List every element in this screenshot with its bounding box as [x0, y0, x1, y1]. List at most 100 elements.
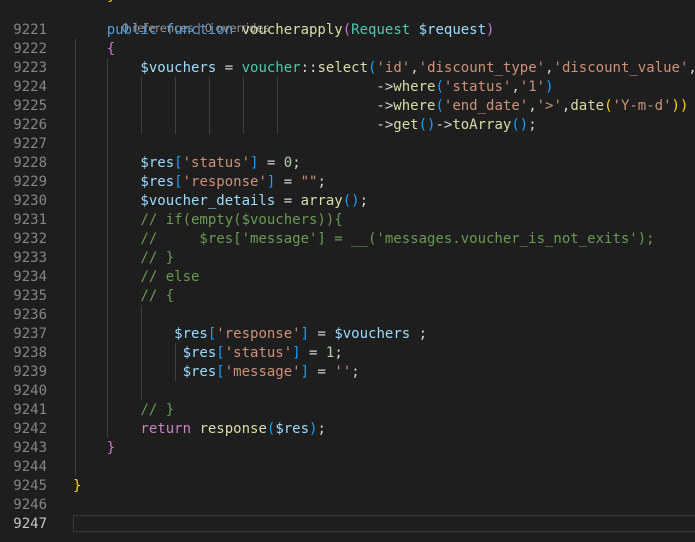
code-line[interactable]: 9234 // else	[0, 268, 695, 287]
code-line[interactable]: 9244	[0, 458, 695, 477]
code-token: // else	[73, 269, 200, 285]
code-token: $res	[73, 174, 175, 190]
line-code: // {	[73, 287, 174, 306]
code-token: 'status'	[224, 345, 293, 361]
code-line[interactable]: 9239 $res['message'] = '';	[0, 363, 695, 382]
code-token: ()	[342, 193, 360, 209]
line-code: // $res['message'] = __('messages.vouche…	[73, 230, 655, 249]
line-number: 9225	[13, 98, 47, 114]
code-token: 'message'	[224, 364, 301, 380]
code-line[interactable]: 9221 public function voucherapply(Reques…	[0, 21, 695, 40]
code-token: =	[275, 174, 301, 190]
code-token: (	[435, 98, 444, 114]
line-number: 9243	[13, 440, 47, 456]
line-number: 9239	[13, 364, 47, 380]
codelens: 0 references | 0 overrides	[107, 4, 270, 35]
code-token: [	[174, 155, 183, 171]
code-token: =	[309, 326, 335, 342]
code-token: ;	[292, 155, 301, 171]
code-token: 'end_date'	[443, 98, 529, 114]
line-code: {	[73, 40, 115, 59]
code-line[interactable]: 9238 $res['status'] = 1;	[0, 344, 695, 363]
code-token: 0	[283, 155, 293, 171]
code-line[interactable]: 9237 $res['response'] = $vouchers ;	[0, 325, 695, 344]
code-line[interactable]: 9243 }	[0, 439, 695, 458]
code-token: // }	[73, 402, 175, 418]
line-code: ->where('end_date','>',date('Y-m-d'))	[73, 97, 688, 116]
line-code: // }	[73, 401, 174, 420]
line-number: 9232	[13, 231, 47, 247]
code-editor[interactable]: } 0 references | 0 overrides 9221 public…	[0, 0, 695, 542]
code-line[interactable]: 9224 ->where('status','1')	[0, 78, 695, 97]
code-token: =	[300, 345, 326, 361]
line-number: 9238	[13, 345, 47, 361]
line-code: $voucher_details = array();	[73, 192, 368, 211]
code-token: ->	[73, 98, 394, 114]
line-number: 9227	[13, 136, 47, 152]
code-token: 'status'	[182, 155, 251, 171]
code-token: =	[258, 155, 284, 171]
code-line[interactable]: 9231 // if(empty($vouchers)){	[0, 211, 695, 230]
code-line[interactable]: 9227	[0, 135, 695, 154]
line-number: 9235	[13, 288, 47, 304]
code-token: (	[435, 79, 444, 95]
code-line[interactable]: 9226 ->get()->toArray();	[0, 116, 695, 135]
code-token: ]	[292, 345, 301, 361]
line-number: 9223	[13, 60, 47, 76]
code-line[interactable]: 9222 {	[0, 40, 695, 59]
code-line[interactable]: 9230 $voucher_details = array();	[0, 192, 695, 211]
code-token: ;	[528, 117, 537, 133]
code-token: [	[216, 364, 225, 380]
code-token: 'id'	[376, 60, 411, 76]
line-number: 9246	[13, 497, 47, 513]
code-line[interactable]: 9228 $res['status'] = 0;	[0, 154, 695, 173]
code-token: Request	[351, 22, 419, 38]
line-number: 9244	[13, 459, 47, 475]
code-token: // if(empty($vouchers)){	[73, 212, 343, 228]
code-line[interactable]: 9245}	[0, 477, 695, 496]
line-number: 9240	[13, 383, 47, 399]
code-token: return	[73, 421, 200, 437]
code-token: ,	[688, 60, 695, 76]
code-line[interactable]: 9232 // $res['message'] = __('messages.v…	[0, 230, 695, 249]
line-code: // else	[73, 268, 199, 287]
code-token: ()	[511, 117, 529, 133]
code-line[interactable]: 9223 $vouchers = voucher::select('id','d…	[0, 59, 695, 78]
code-token: ;	[410, 326, 428, 342]
line-number: 9221	[13, 22, 47, 38]
code-line[interactable]: 9247	[0, 515, 695, 534]
code-line[interactable]: 9246	[0, 496, 695, 515]
code-token: $res	[73, 345, 217, 361]
code-token: ()	[418, 117, 436, 133]
line-number: 9231	[13, 212, 47, 228]
code-line[interactable]: 9241 // }	[0, 401, 695, 420]
code-line[interactable]: 9225 ->where('end_date','>',date('Y-m-d'…	[0, 97, 695, 116]
code-line[interactable]: 9240	[0, 382, 695, 401]
line-number: 9247	[13, 516, 47, 532]
code-token: ]	[300, 326, 310, 342]
line-code: return response($res);	[73, 420, 325, 439]
code-line[interactable]: 9235 // {	[0, 287, 695, 306]
code-line[interactable]: 9242 return response($res);	[0, 420, 695, 439]
code-token: '1'	[519, 79, 546, 95]
code-token: // $res['message'] = __('messages.vouche…	[73, 231, 655, 247]
code-line[interactable]: 9233 // }	[0, 249, 695, 268]
code-token: ,	[545, 60, 554, 76]
code-line[interactable]: 9236	[0, 306, 695, 325]
code-token: $res	[73, 155, 175, 171]
line-number: 9234	[13, 269, 47, 285]
line-code: $vouchers = voucher::select('id','discou…	[73, 59, 695, 78]
code-line[interactable]: 9229 $res['response'] = "";	[0, 173, 695, 192]
code-token: ;	[317, 174, 326, 190]
line-number: 9242	[13, 421, 47, 437]
code-token: 'response'	[216, 326, 301, 342]
code-token: ;	[359, 193, 369, 209]
code-token: $res	[275, 421, 310, 437]
line-code: $res['response'] = $vouchers ;	[73, 325, 427, 344]
code-token: ]	[300, 364, 310, 380]
line-code: // }	[73, 249, 174, 268]
code-token: $request	[418, 22, 487, 38]
code-token: // }	[73, 250, 175, 266]
code-token: voucher	[241, 60, 301, 76]
line-code: // if(empty($vouchers)){	[73, 211, 343, 230]
